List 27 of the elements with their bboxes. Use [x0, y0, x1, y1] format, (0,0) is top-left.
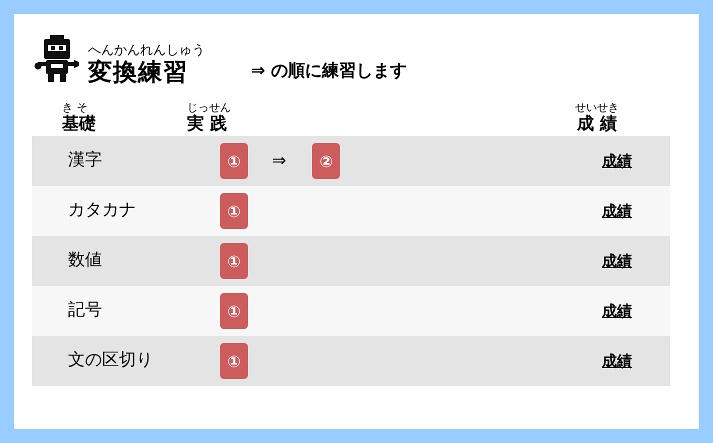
arrow-text: ⇒: [272, 151, 286, 171]
title-reading: へんかんれんしゅう: [88, 43, 205, 58]
category-label: 文の区切り: [67, 349, 154, 371]
results-link[interactable]: 成績: [532, 202, 662, 220]
column-reading: き そ: [62, 102, 88, 114]
category-label: 数値: [67, 249, 103, 271]
step-button[interactable]: ①: [220, 243, 248, 279]
category-label: 漢字: [67, 149, 103, 171]
column-header: 基礎: [62, 114, 96, 134]
page-title: 変換練習: [88, 58, 188, 86]
step-button[interactable]: ①: [220, 343, 248, 379]
step-button[interactable]: ①: [220, 293, 248, 329]
category-label: カタカナ: [67, 199, 137, 221]
results-link[interactable]: 成績: [532, 152, 662, 170]
column-header: 成 績: [577, 114, 617, 134]
step-button[interactable]: ①: [220, 193, 248, 229]
column-header: 実 践: [187, 114, 227, 134]
category-label: 記号: [67, 299, 103, 321]
results-link[interactable]: 成績: [532, 352, 662, 370]
column-reading: じっせん: [187, 102, 231, 114]
robot-icon: [34, 34, 80, 84]
results-link[interactable]: 成績: [532, 252, 662, 270]
results-link[interactable]: 成績: [532, 302, 662, 320]
column-reading: せいせき: [575, 102, 619, 114]
instruction-text: ⇒ の順に練習します: [251, 60, 408, 82]
step-button[interactable]: ①: [220, 143, 248, 179]
step-button[interactable]: ②: [312, 143, 340, 179]
